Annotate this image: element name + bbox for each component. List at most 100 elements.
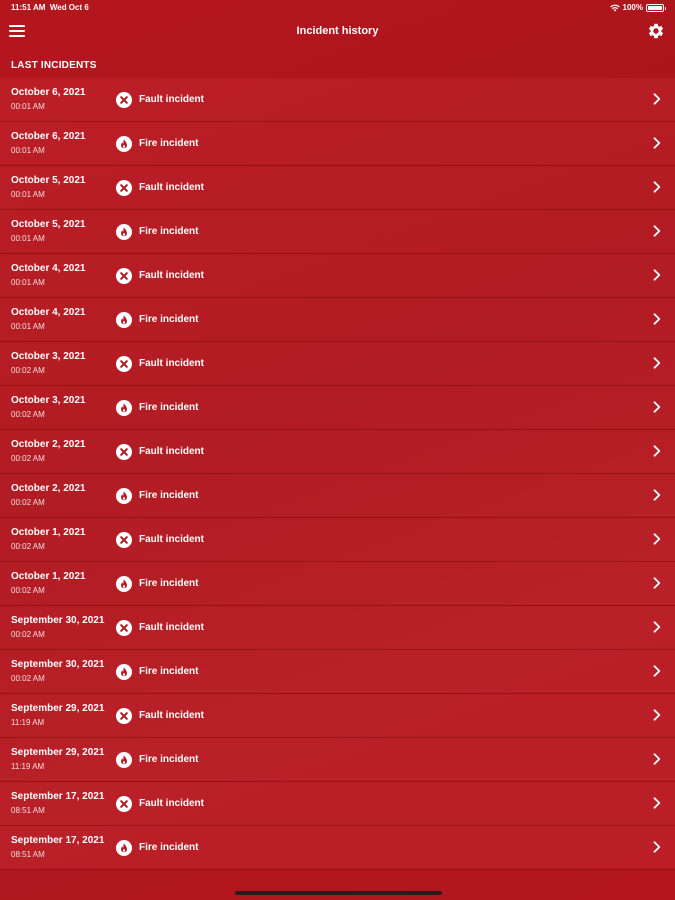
home-indicator[interactable] <box>235 891 442 895</box>
incident-date: October 1, 2021 <box>11 571 86 582</box>
incident-type: Fault incident <box>139 710 204 721</box>
incident-date: October 6, 2021 <box>11 87 86 98</box>
chevron-right-icon[interactable] <box>653 445 661 457</box>
incident-time: 11:19 AM <box>11 718 45 727</box>
incident-time: 00:01 AM <box>11 234 45 243</box>
fault-icon <box>116 532 132 548</box>
fault-icon <box>116 620 132 636</box>
chevron-right-icon[interactable] <box>653 709 661 721</box>
chevron-right-icon[interactable] <box>653 841 661 853</box>
chevron-right-icon[interactable] <box>653 357 661 369</box>
fire-icon <box>116 488 132 504</box>
gear-icon[interactable] <box>647 22 665 40</box>
incident-row[interactable]: October 1, 2021 00:02 AM Fault incident <box>0 518 675 562</box>
chevron-right-icon[interactable] <box>653 577 661 589</box>
incident-row[interactable]: October 6, 2021 00:01 AM Fire incident <box>0 122 675 166</box>
incident-time: 00:01 AM <box>11 322 45 331</box>
fire-icon <box>116 664 132 680</box>
incident-time: 00:02 AM <box>11 630 45 639</box>
incident-date: October 5, 2021 <box>11 219 86 230</box>
incident-type: Fault incident <box>139 446 204 457</box>
fire-icon <box>116 840 132 856</box>
incident-type: Fault incident <box>139 798 204 809</box>
incident-row[interactable]: September 30, 2021 00:02 AM Fire incident <box>0 650 675 694</box>
chevron-right-icon[interactable] <box>653 269 661 281</box>
incident-time: 00:01 AM <box>11 190 45 199</box>
fault-icon <box>116 92 132 108</box>
incident-date: September 17, 2021 <box>11 791 105 802</box>
incident-row[interactable]: October 6, 2021 00:01 AM Fault incident <box>0 78 675 122</box>
incident-row[interactable]: September 29, 2021 11:19 AM Fault incident <box>0 694 675 738</box>
fire-icon <box>116 312 132 328</box>
incident-row[interactable]: October 4, 2021 00:01 AM Fault incident <box>0 254 675 298</box>
incident-time: 00:02 AM <box>11 366 45 375</box>
fault-icon <box>116 708 132 724</box>
incident-date: September 30, 2021 <box>11 659 105 670</box>
incident-date: October 5, 2021 <box>11 175 86 186</box>
incident-row[interactable]: October 3, 2021 00:02 AM Fire incident <box>0 386 675 430</box>
fire-icon <box>116 224 132 240</box>
chevron-right-icon[interactable] <box>653 797 661 809</box>
chevron-right-icon[interactable] <box>653 533 661 545</box>
chevron-right-icon[interactable] <box>653 665 661 677</box>
incident-type: Fault incident <box>139 358 204 369</box>
incident-time: 08:51 AM <box>11 806 45 815</box>
fire-icon <box>116 136 132 152</box>
incident-type: Fault incident <box>139 94 204 105</box>
incident-type: Fault incident <box>139 270 204 281</box>
incident-row[interactable]: October 5, 2021 00:01 AM Fire incident <box>0 210 675 254</box>
incident-row[interactable]: September 17, 2021 08:51 AM Fire incident <box>0 826 675 870</box>
incident-date: October 4, 2021 <box>11 263 86 274</box>
incident-row[interactable]: October 2, 2021 00:02 AM Fire incident <box>0 474 675 518</box>
chevron-right-icon[interactable] <box>653 137 661 149</box>
incident-time: 00:02 AM <box>11 674 45 683</box>
incident-type: Fire incident <box>139 578 199 589</box>
incident-date: September 29, 2021 <box>11 703 105 714</box>
incident-type: Fault incident <box>139 622 204 633</box>
fire-icon <box>116 400 132 416</box>
incident-type: Fire incident <box>139 842 199 853</box>
chevron-right-icon[interactable] <box>653 621 661 633</box>
chevron-right-icon[interactable] <box>653 401 661 413</box>
incident-type: Fault incident <box>139 534 204 545</box>
incident-date: October 2, 2021 <box>11 439 86 450</box>
chevron-right-icon[interactable] <box>653 181 661 193</box>
incident-row[interactable]: October 5, 2021 00:01 AM Fault incident <box>0 166 675 210</box>
incident-row[interactable]: September 17, 2021 08:51 AM Fault incident <box>0 782 675 826</box>
wifi-icon <box>609 4 620 11</box>
incident-date: October 1, 2021 <box>11 527 86 538</box>
incident-date: September 17, 2021 <box>11 835 105 846</box>
incident-date: October 4, 2021 <box>11 307 86 318</box>
incident-type: Fire incident <box>139 490 199 501</box>
battery-fill <box>648 5 662 10</box>
incident-time: 00:01 AM <box>11 146 45 155</box>
fault-icon <box>116 444 132 460</box>
incident-list: October 6, 2021 00:01 AM Fault incident Oct… <box>0 78 675 870</box>
incident-row[interactable]: October 2, 2021 00:02 AM Fault incident <box>0 430 675 474</box>
incident-time: 00:01 AM <box>11 102 45 111</box>
chevron-right-icon[interactable] <box>653 753 661 765</box>
fault-icon <box>116 356 132 372</box>
incident-time: 11:19 AM <box>11 762 45 771</box>
incident-row[interactable]: September 30, 2021 00:02 AM Fault incident <box>0 606 675 650</box>
incident-row[interactable]: October 1, 2021 00:02 AM Fire incident <box>0 562 675 606</box>
incident-date: October 2, 2021 <box>11 483 86 494</box>
incident-time: 00:02 AM <box>11 454 45 463</box>
nav-bar: Incident history <box>0 16 675 48</box>
battery-icon <box>646 3 666 12</box>
incident-time: 00:02 AM <box>11 410 45 419</box>
section-header: LAST INCIDENTS <box>11 60 97 71</box>
incident-row[interactable]: October 4, 2021 00:01 AM Fire incident <box>0 298 675 342</box>
page-title: Incident history <box>296 25 379 37</box>
fault-icon <box>116 268 132 284</box>
incident-time: 00:02 AM <box>11 542 45 551</box>
incident-time: 08:51 AM <box>11 850 45 859</box>
fire-icon <box>116 752 132 768</box>
chevron-right-icon[interactable] <box>653 93 661 105</box>
chevron-right-icon[interactable] <box>653 489 661 501</box>
chevron-right-icon[interactable] <box>653 225 661 237</box>
status-right: 100% <box>609 3 666 12</box>
incident-row[interactable]: October 3, 2021 00:02 AM Fault incident <box>0 342 675 386</box>
chevron-right-icon[interactable] <box>653 313 661 325</box>
incident-row[interactable]: September 29, 2021 11:19 AM Fire incident <box>0 738 675 782</box>
